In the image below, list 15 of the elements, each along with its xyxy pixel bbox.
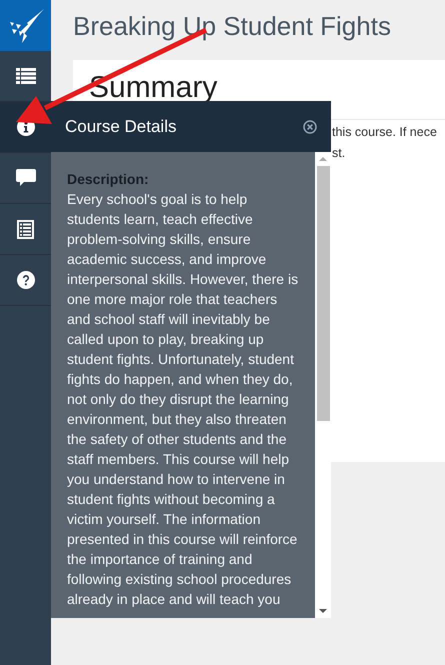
list-icon [16, 68, 36, 84]
description-text: Every school's goal is to help students learn, teach effective problem-solving skills, ensure academic success, and improve interpersonal skills. However, there is one more major role that teachers and school staff will inevitably be called upon to play, breaking up student fights. Unfortunately, student fights do happen, and when they do, not only do they disrupt the learning environment, but they also threaten the safety of other students and the staff members. This course will help you understand how to intervene in student fights without becoming a victim yourself. The information presented in this course will reinforce the importance of training and following existing school procedures already in place and will teach you [67, 190, 300, 609]
scrollbar[interactable] [315, 152, 331, 618]
close-icon [303, 120, 317, 134]
summary-text: this course. If nece [332, 124, 437, 141]
help-icon [16, 271, 34, 289]
summary-text: st. [332, 145, 346, 162]
close-button[interactable] [303, 120, 317, 134]
summary-heading: Summary [89, 70, 218, 106]
logo-tile[interactable] [0, 0, 51, 51]
scrollbar-thumb[interactable] [316, 166, 330, 421]
table-icon [17, 220, 34, 238]
panel-title: Course Details [65, 116, 176, 138]
chat-icon [16, 169, 36, 187]
description-label: Description: [67, 170, 149, 189]
